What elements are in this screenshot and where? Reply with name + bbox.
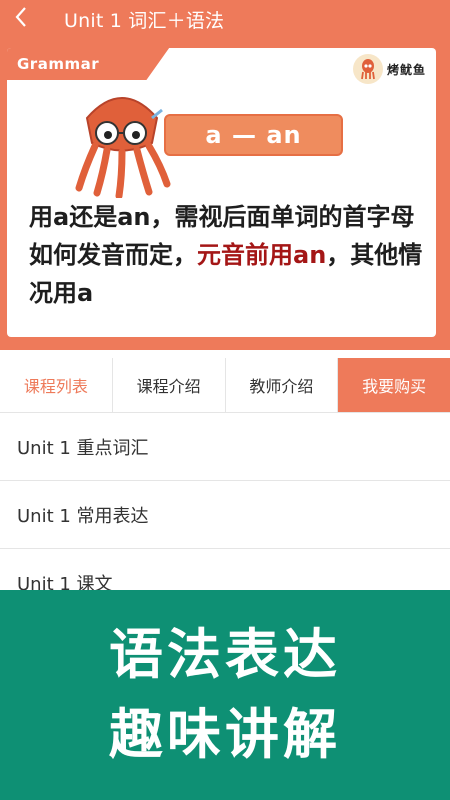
grammar-rule-text: 用a还是an，需视后面单词的首字母如何发音而定，元音前用an，其他情况用a xyxy=(29,198,424,312)
grammar-banner[interactable]: Grammar 烤鱿鱼 a — an 用a还是an，需视后面单词的首字母如何发音… xyxy=(0,38,450,350)
buy-button[interactable]: 我要购买 xyxy=(338,358,450,412)
promo-banner: 语法表达 趣味讲解 xyxy=(0,590,450,800)
tab-course-list[interactable]: 课程列表 xyxy=(0,358,113,412)
promo-line-1: 语法表达 xyxy=(109,623,341,686)
brand-name: 烤鱿鱼 xyxy=(386,62,426,77)
promo-line-2: 趣味讲解 xyxy=(109,703,341,766)
brand: 烤鱿鱼 xyxy=(352,54,426,84)
tab-teacher-intro[interactable]: 教师介绍 xyxy=(226,358,339,412)
squid-mascot-icon xyxy=(67,88,177,200)
top-app-bar: Unit 1 词汇＋语法 xyxy=(0,0,450,38)
rule-text-highlight: 元音前用an xyxy=(197,241,327,269)
grammar-tag: Grammar xyxy=(7,48,170,80)
squid-logo-icon xyxy=(352,54,383,84)
course-tabs: 课程列表 课程介绍 教师介绍 我要购买 xyxy=(0,358,450,413)
tab-course-intro[interactable]: 课程介绍 xyxy=(113,358,226,412)
back-button[interactable] xyxy=(0,0,42,38)
lesson-item-key-vocabulary[interactable]: Unit 1 重点词汇 xyxy=(0,413,450,481)
lesson-item-common-expressions[interactable]: Unit 1 常用表达 xyxy=(0,481,450,549)
banner-card: Grammar 烤鱿鱼 a — an 用a还是an，需视后面单词的首字母如何发音… xyxy=(7,48,436,337)
a-an-label: a — an xyxy=(164,114,343,156)
chevron-left-icon xyxy=(14,6,28,32)
page-title: Unit 1 词汇＋语法 xyxy=(64,9,225,32)
